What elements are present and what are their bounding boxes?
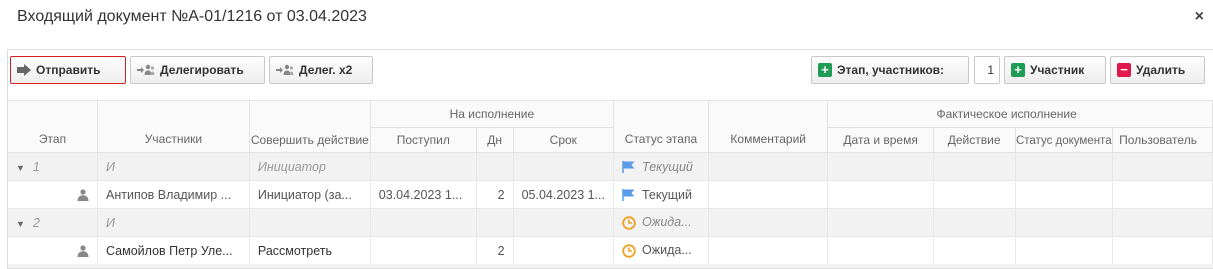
collapse-triangle-icon[interactable]: ▼: [16, 219, 25, 229]
header-days[interactable]: Дн: [475, 127, 514, 153]
close-icon[interactable]: ×: [1195, 8, 1204, 26]
deadline-cell: 05.04.2023 1...: [512, 180, 615, 209]
person-icon: [77, 245, 89, 258]
action-cell: Инициатор (за...: [248, 180, 371, 209]
delete-label: Удалить: [1136, 63, 1186, 77]
header-action[interactable]: Совершить действие: [248, 100, 371, 153]
header-deadline[interactable]: Срок: [512, 127, 615, 153]
header-doc-status[interactable]: Статус документа: [1014, 127, 1114, 153]
delete-button[interactable]: − Удалить: [1110, 56, 1205, 84]
participants-cell: Самойлов Петр Уле...: [97, 236, 250, 265]
header-actual-group: Фактическое исполнение: [827, 100, 1213, 128]
header-received[interactable]: Поступил: [369, 127, 477, 153]
table-footer: [8, 264, 1213, 268]
status-cell: Текущий: [642, 159, 693, 174]
header-execution-group: На исполнение: [369, 100, 615, 128]
add-participant-button[interactable]: + Участник: [1004, 56, 1106, 84]
header-comment[interactable]: Комментарий: [707, 100, 829, 153]
route-table: Этап Участники Совершить действие На исп…: [8, 100, 1213, 265]
status-cell: Текущий: [642, 187, 692, 202]
plus-icon: +: [1011, 63, 1025, 77]
flag-icon: [622, 189, 635, 202]
header-stage-status[interactable]: Статус этапа: [613, 100, 709, 153]
delegate-x2-button[interactable]: Делег. x2: [269, 56, 373, 84]
participants-cell: Антипов Владимир ...: [97, 180, 250, 209]
toolbar: Отправить Делегировать Делег. x2 + Этап,…: [8, 50, 1213, 100]
clock-icon: [622, 244, 636, 258]
delegate-label: Делегировать: [160, 63, 244, 77]
table-row-stage-2[interactable]: ▼ 2 И Ожида...: [8, 208, 1213, 237]
header-act[interactable]: Действие: [932, 127, 1016, 153]
participants-count-input[interactable]: 1: [974, 56, 1000, 84]
action-cell: Рассмотреть: [248, 236, 371, 265]
stage-number: 2: [32, 215, 40, 230]
status-cell: Ожида...: [642, 215, 692, 230]
header-stage[interactable]: Этап: [8, 100, 98, 153]
participants-cell: И: [97, 152, 250, 181]
participants-cell: И: [97, 208, 250, 237]
clock-icon: [622, 216, 636, 230]
arrow-right-icon: [17, 64, 31, 76]
delegate-icon: [276, 64, 294, 75]
send-button[interactable]: Отправить: [10, 56, 126, 84]
days-cell: 2: [475, 180, 514, 209]
send-label: Отправить: [36, 63, 101, 77]
action-cell: Инициатор: [248, 152, 371, 181]
table-row[interactable]: Антипов Владимир ... Инициатор (за... 03…: [8, 180, 1213, 209]
add-participant-label: Участник: [1030, 63, 1085, 77]
person-icon: [77, 189, 89, 202]
status-cell: Ожида...: [642, 243, 692, 258]
table-row[interactable]: Самойлов Петр Уле... Рассмотреть 2 Ожида…: [8, 236, 1213, 265]
delegate-x2-label: Делег. x2: [299, 63, 353, 77]
header-participants[interactable]: Участники: [97, 100, 250, 153]
header-datetime[interactable]: Дата и время: [827, 127, 934, 153]
header-user[interactable]: Пользователь: [1112, 127, 1213, 153]
received-cell: 03.04.2023 1...: [369, 180, 477, 209]
delegate-icon: [137, 64, 155, 75]
stage-number: 1: [32, 159, 40, 174]
dialog-title: Входящий документ №А-01/1216 от 03.04.20…: [17, 8, 367, 25]
add-stage-button[interactable]: + Этап, участников:: [811, 56, 969, 84]
collapse-triangle-icon[interactable]: ▼: [16, 163, 25, 173]
table-row-stage-1[interactable]: ▼ 1 И Инициатор Текущий: [8, 152, 1213, 181]
route-panel: Отправить Делегировать Делег. x2 + Этап,…: [7, 49, 1213, 269]
add-stage-label: Этап, участников:: [837, 63, 945, 77]
flag-icon: [622, 161, 635, 174]
minus-icon: −: [1117, 63, 1131, 77]
delegate-button[interactable]: Делегировать: [130, 56, 265, 84]
days-cell: 2: [475, 236, 514, 265]
plus-icon: +: [818, 63, 832, 77]
